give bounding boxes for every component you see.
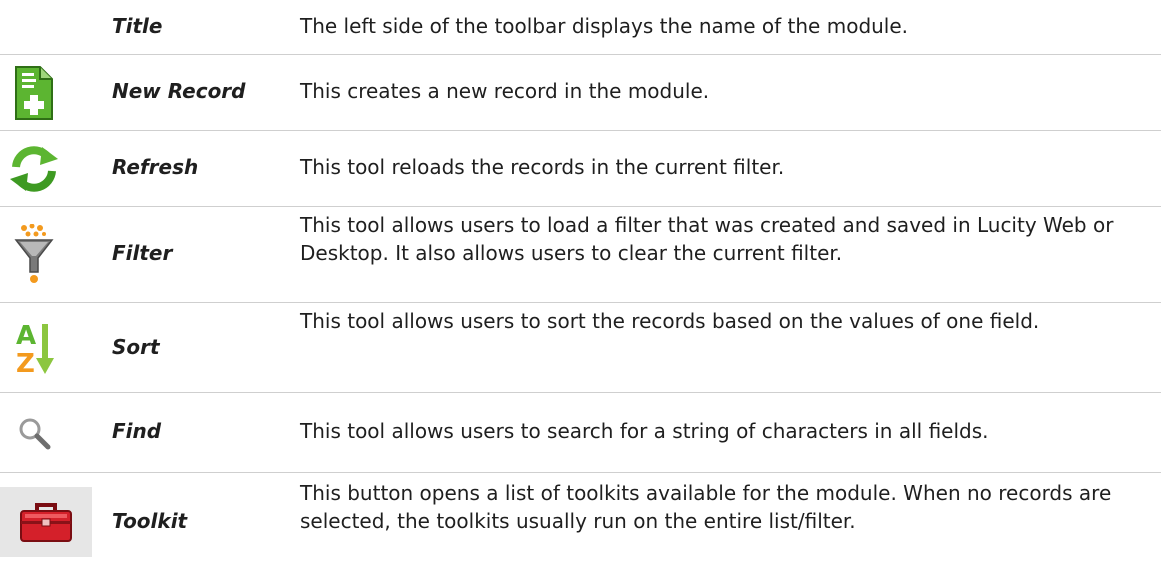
table-row-title: Title The left side of the toolbar displ… — [0, 0, 1161, 54]
table-row-filter: Filter This tool allows users to load a … — [0, 206, 1161, 303]
tool-description: This tool reloads the records in the cur… — [300, 155, 785, 179]
tool-name: Title — [112, 14, 163, 38]
refresh-icon — [4, 137, 64, 201]
table-row-sort: A Z Sort This tool allows users to sort … — [0, 302, 1161, 393]
tool-name: New Record — [112, 79, 246, 103]
filter-icon — [4, 211, 64, 299]
svg-text:Z: Z — [16, 349, 35, 376]
table-row-toolkit: Toolkit This button opens a list of tool… — [0, 472, 1161, 572]
tool-name: Find — [112, 419, 162, 443]
toolkit-icon — [0, 487, 92, 557]
table-row-find: Find This tool allows users to search fo… — [0, 392, 1161, 473]
sort-icon: A Z — [4, 307, 64, 389]
tool-description: This button opens a list of toolkits ava… — [300, 481, 1112, 533]
tool-description: This creates a new record in the module. — [300, 79, 710, 103]
tool-name: Sort — [112, 335, 160, 359]
tool-description: This tool allows users to search for a s… — [300, 419, 989, 443]
tool-description: This tool allows users to load a filter … — [300, 213, 1114, 265]
tool-name: Filter — [112, 241, 173, 265]
tool-description: The left side of the toolbar displays th… — [300, 14, 909, 38]
tool-name: Refresh — [112, 155, 199, 179]
new-record-icon — [4, 59, 64, 127]
tool-description: This tool allows users to sort the recor… — [300, 309, 1040, 333]
find-icon — [4, 401, 64, 465]
table-row-refresh: Refresh This tool reloads the records in… — [0, 130, 1161, 207]
svg-text:A: A — [16, 321, 36, 351]
table-row-new-record: New Record This creates a new record in … — [0, 54, 1161, 131]
tool-name: Toolkit — [112, 509, 188, 533]
